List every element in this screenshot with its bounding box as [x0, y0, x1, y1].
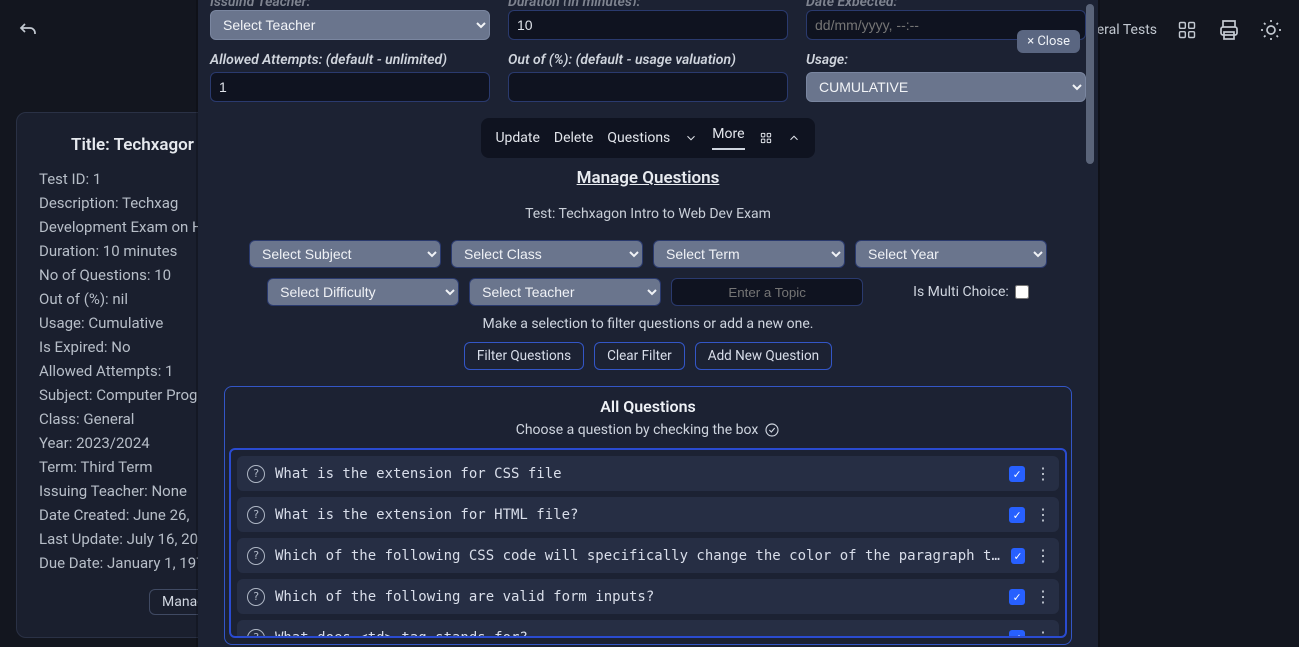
issuing-teacher-select[interactable]: Select Teacher — [210, 10, 490, 40]
question-mark-icon: ? — [247, 547, 265, 565]
check-circle-icon — [764, 422, 780, 438]
attempts-label: Allowed Attempts: (default - unlimited) — [210, 52, 490, 68]
attempts-input[interactable] — [210, 72, 490, 102]
question-text: Which of the following are valid form in… — [275, 589, 999, 605]
question-text: What is the extension for CSS file — [275, 466, 999, 482]
question-mark-icon: ? — [247, 629, 265, 639]
question-row[interactable]: ? What is the extension for HTML file? ✓ ⋮ — [237, 497, 1059, 532]
outof-label: Out of (%): (default - usage valuation) — [508, 52, 788, 68]
term-filter[interactable]: Select Term — [653, 240, 845, 268]
question-checkbox[interactable]: ✓ — [1009, 630, 1025, 639]
questions-panel: All Questions Choose a question by check… — [224, 386, 1072, 645]
difficulty-filter[interactable]: Select Difficulty — [267, 278, 459, 306]
question-more-icon[interactable]: ⋮ — [1035, 546, 1049, 565]
filter-hint: Make a selection to filter questions or … — [210, 316, 1086, 332]
manage-questions-title: Manage Questions — [210, 168, 1086, 188]
topic-input[interactable] — [671, 278, 863, 306]
date-expected-label: Date Expected: — [806, 0, 1086, 6]
nav-link-tests[interactable]: eral Tests — [1097, 22, 1157, 38]
test-name-line: Test: Techxagon Intro to Web Dev Exam — [210, 206, 1086, 222]
chevron-up-icon — [787, 131, 801, 145]
questions-action[interactable]: Questions — [607, 130, 670, 146]
grid-small-icon — [759, 131, 773, 145]
update-action[interactable]: Update — [495, 130, 539, 146]
more-action[interactable]: More — [712, 126, 744, 150]
usage-label: Usage: — [806, 52, 1086, 68]
teacher-filter[interactable]: Select Teacher — [469, 278, 661, 306]
questions-list[interactable]: ? What is the extension for CSS file ✓ ⋮? Wh… — [229, 448, 1067, 638]
question-mark-icon: ? — [247, 465, 265, 483]
clear-filter-button[interactable]: Clear Filter — [594, 342, 685, 370]
question-mark-icon: ? — [247, 588, 265, 606]
question-more-icon[interactable]: ⋮ — [1035, 464, 1049, 483]
question-checkbox[interactable]: ✓ — [1009, 466, 1025, 482]
all-questions-subtitle: Choose a question by checking the box — [229, 422, 1067, 438]
manage-questions-modal: × Close Issuing Teacher: Select Teacher … — [198, 0, 1098, 647]
duration-input[interactable] — [508, 10, 788, 40]
add-question-button[interactable]: Add New Question — [695, 342, 832, 370]
subject-filter[interactable]: Select Subject — [249, 240, 441, 268]
question-row[interactable]: ? What is the extension for CSS file ✓ ⋮ — [237, 456, 1059, 491]
question-checkbox[interactable]: ✓ — [1009, 589, 1025, 605]
question-text: What is the extension for HTML file? — [275, 507, 999, 523]
multichoice-label: Is Multi Choice: — [913, 284, 1009, 300]
theme-icon[interactable] — [1259, 18, 1283, 42]
outof-input[interactable] — [508, 72, 788, 102]
grid-icon[interactable] — [1175, 18, 1199, 42]
question-text: Which of the following CSS code will spe… — [275, 548, 1001, 564]
filter-questions-button[interactable]: Filter Questions — [464, 342, 584, 370]
chevron-down-icon — [684, 131, 698, 145]
delete-action[interactable]: Delete — [554, 130, 593, 146]
question-more-icon[interactable]: ⋮ — [1035, 587, 1049, 606]
question-row[interactable]: ? Which of the following are valid form i… — [237, 579, 1059, 614]
question-checkbox[interactable]: ✓ — [1011, 548, 1025, 564]
question-row[interactable]: ? What does <td> tag stands for? ✓ ⋮ — [237, 620, 1059, 638]
print-icon[interactable] — [1217, 18, 1241, 42]
modal-scrollbar[interactable] — [1085, 2, 1095, 642]
question-more-icon[interactable]: ⋮ — [1035, 505, 1049, 524]
year-filter[interactable]: Select Year — [855, 240, 1047, 268]
question-mark-icon: ? — [247, 506, 265, 524]
multichoice-checkbox[interactable] — [1015, 285, 1029, 299]
question-row[interactable]: ? Which of the following CSS code will sp… — [237, 538, 1059, 573]
all-questions-title: All Questions — [229, 397, 1067, 416]
question-more-icon[interactable]: ⋮ — [1035, 628, 1049, 638]
modal-action-bar: Update Delete Questions More — [481, 118, 814, 158]
close-button[interactable]: × Close — [1017, 30, 1080, 53]
back-button[interactable] — [16, 18, 40, 42]
class-filter[interactable]: Select Class — [451, 240, 643, 268]
duration-label: Duration (in minutes): — [508, 0, 788, 6]
issuing-teacher-label: Issuing Teacher: — [210, 0, 490, 6]
usage-select[interactable]: CUMULATIVE — [806, 72, 1086, 102]
question-checkbox[interactable]: ✓ — [1009, 507, 1025, 523]
question-text: What does <td> tag stands for? — [275, 630, 999, 639]
